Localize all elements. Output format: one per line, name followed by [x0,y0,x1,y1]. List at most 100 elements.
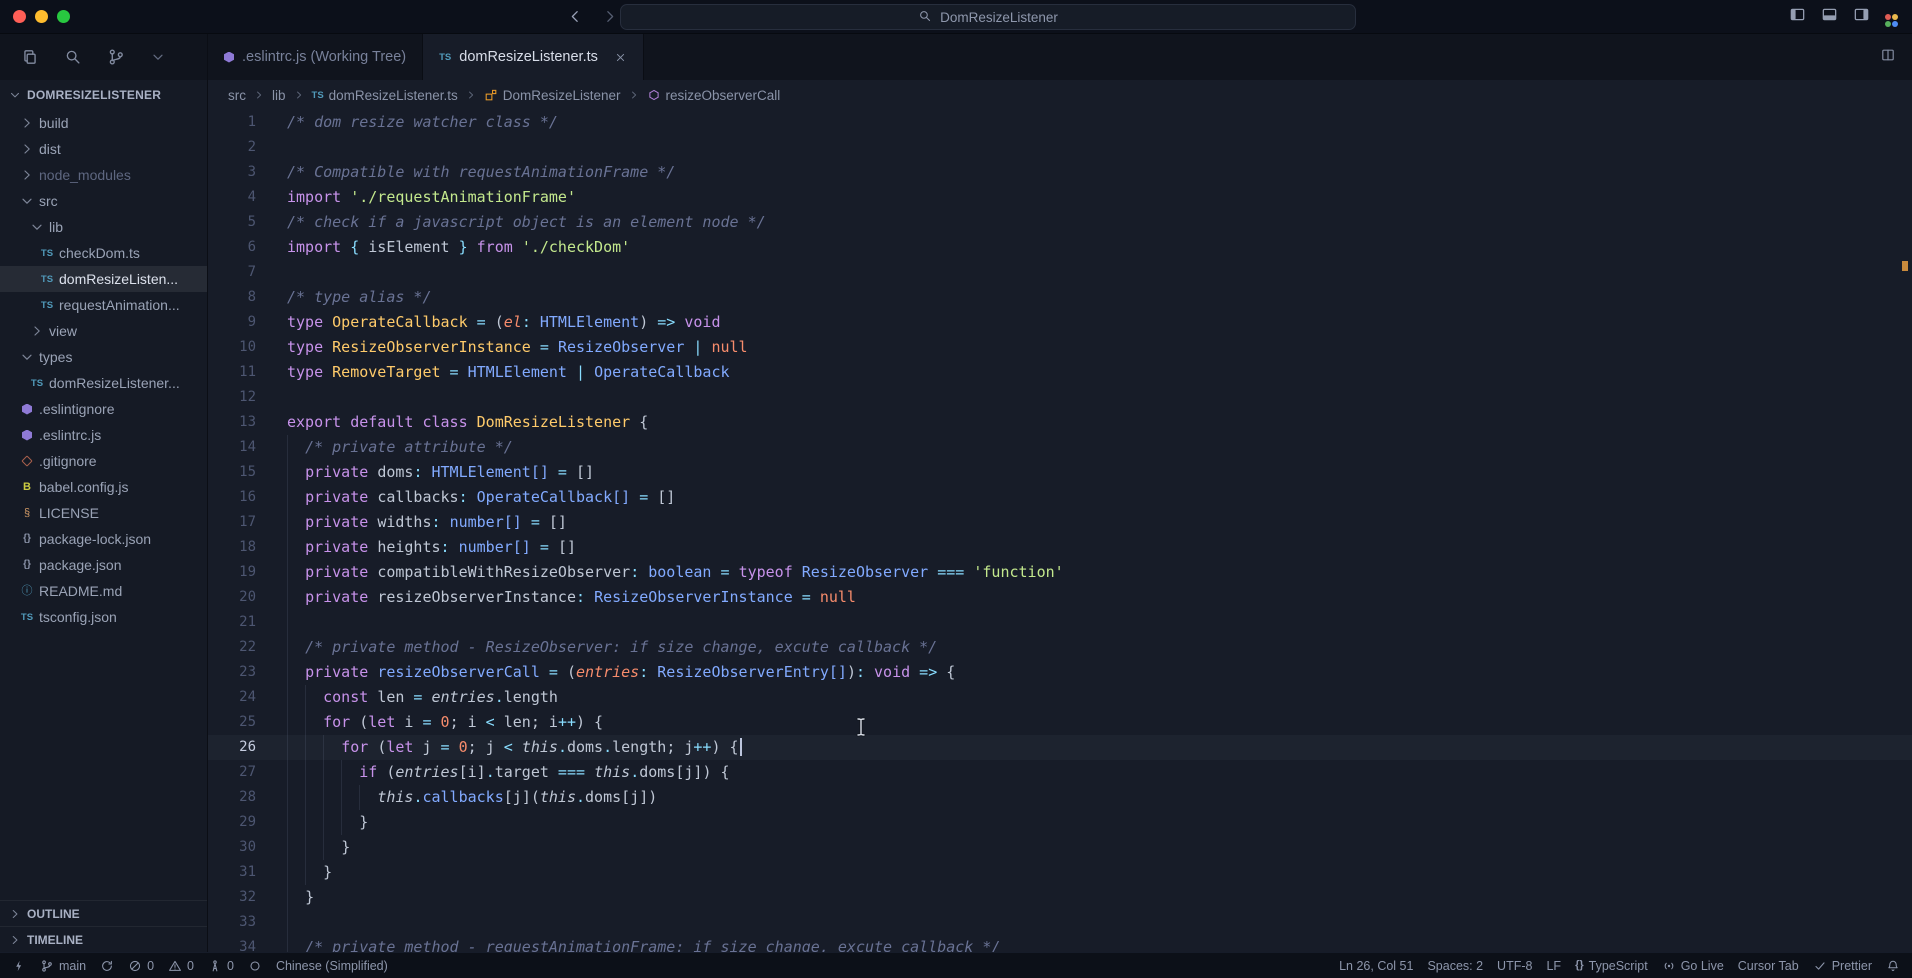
tree-item-license[interactable]: § LICENSE [0,500,207,526]
status-item-circle[interactable] [248,959,262,973]
tab-domresizelistener-ts[interactable]: TS domResizeListener.ts [423,34,644,80]
code-line-23[interactable]: 23 private resizeObserverCall = (entries… [208,660,1912,685]
code-area[interactable]: 1/* dom resize watcher class */2 3/* Comp… [208,110,1912,952]
zoom-window-button[interactable] [57,10,70,23]
breadcrumb-item-lib[interactable]: lib [272,88,286,103]
line-number[interactable]: 28 [208,785,287,810]
line-number[interactable]: 15 [208,460,287,485]
explorer-section-header[interactable]: DOMRESIZELISTENER [0,80,207,110]
line-number[interactable]: 31 [208,860,287,885]
line-number[interactable]: 9 [208,310,287,335]
code-line-17[interactable]: 17 private widths: number[] = [] [208,510,1912,535]
code-line-5[interactable]: 5/* check if a javascript object is an e… [208,210,1912,235]
code-line-2[interactable]: 2 [208,135,1912,160]
line-number[interactable]: 7 [208,260,287,285]
toggle-primary-sidebar-button[interactable] [1789,6,1806,28]
status-item-chinese-simplified[interactable]: Chinese (Simplified) [276,959,388,973]
line-number[interactable]: 6 [208,235,287,260]
code-line-3[interactable]: 3/* Compatible with requestAnimationFram… [208,160,1912,185]
line-number[interactable]: 25 [208,710,287,735]
status-item-typescript[interactable]: {} TypeScript [1575,959,1648,973]
tree-item-babel-config-js[interactable]: Bbabel.config.js [0,474,207,500]
settings-button[interactable] [1885,7,1898,27]
line-number[interactable]: 24 [208,685,287,710]
more-views-button[interactable] [150,49,166,65]
breadcrumb-item-domresizelistener[interactable]: DomResizeListener [484,88,621,103]
code-line-19[interactable]: 19 private compatibleWithResizeObserver:… [208,560,1912,585]
toggle-panel-button[interactable] [1821,6,1838,28]
code-line-28[interactable]: 28 this.callbacks[j](this.doms[j]) [208,785,1912,810]
tree-item-domresizelisten[interactable]: TS domResizeListen... [0,266,207,292]
explorer-button[interactable] [21,48,39,66]
history-forward-button[interactable] [602,8,619,25]
status-item-main[interactable]: main [40,959,86,973]
code-line-12[interactable]: 12 [208,385,1912,410]
code-line-10[interactable]: 10 type ResizeObserverInstance = ResizeOb… [208,335,1912,360]
code-line-26[interactable]: 26 for (let j = 0; j < this.doms.length;… [208,735,1912,760]
tree-item-package-json[interactable]: {} package.json [0,552,207,578]
timeline-section-header[interactable]: TIMELINE [0,926,207,952]
line-number[interactable]: 16 [208,485,287,510]
code-line-11[interactable]: 11 type RemoveTarget = HTMLElement | Oper… [208,360,1912,385]
line-number[interactable]: 22 [208,635,287,660]
status-item-ln-26-col-51[interactable]: Ln 26, Col 51 [1339,959,1413,973]
code-line-14[interactable]: 14 /* private attribute */ [208,435,1912,460]
status-item-spaces-2[interactable]: Spaces: 2 [1427,959,1483,973]
status-item-0[interactable]: 0 [208,959,234,973]
status-item-sync[interactable] [100,959,114,973]
history-back-button[interactable] [566,8,583,25]
line-number[interactable]: 34 [208,935,287,952]
status-item-0[interactable]: 0 [168,959,194,973]
close-window-button[interactable] [13,10,26,23]
code-line-27[interactable]: 27 if (entries[i].target === this.doms[j… [208,760,1912,785]
line-number[interactable]: 19 [208,560,287,585]
tree-item-tsconfig-json[interactable]: TS tsconfig.json [0,604,207,630]
line-number[interactable]: 1 [208,110,287,135]
status-item-bell[interactable] [1886,959,1900,973]
code-line-33[interactable]: 33 [208,910,1912,935]
status-item-utf-8[interactable]: UTF-8 [1497,959,1532,973]
tree-item-lib[interactable]: lib [0,214,207,240]
line-number[interactable]: 23 [208,660,287,685]
close-tab-button[interactable] [614,51,627,64]
code-line-6[interactable]: 6 import { isElement } from './checkDom' [208,235,1912,260]
tree-item-readme-md[interactable]: ⓘ README.md [0,578,207,604]
tree-item-eslintignore[interactable]: .eslintignore [0,396,207,422]
code-line-4[interactable]: 4 import './requestAnimationFrame' [208,185,1912,210]
code-line-15[interactable]: 15 private doms: HTMLElement[] = [] [208,460,1912,485]
line-number[interactable]: 33 [208,910,287,935]
outline-section-header[interactable]: OUTLINE [0,900,207,926]
line-number[interactable]: 12 [208,385,287,410]
line-number[interactable]: 10 [208,335,287,360]
code-line-34[interactable]: 34 /* private method - requestAnimationF… [208,935,1912,952]
line-number[interactable]: 14 [208,435,287,460]
tree-item-package-lock-json[interactable]: {} package-lock.json [0,526,207,552]
line-number[interactable]: 8 [208,285,287,310]
line-number[interactable]: 3 [208,160,287,185]
status-item-bolt[interactable] [12,959,26,973]
line-number[interactable]: 20 [208,585,287,610]
breadcrumb-item-resizeobservercall[interactable]: resizeObserverCall [647,88,780,103]
line-number[interactable]: 18 [208,535,287,560]
tree-item-node-modules[interactable]: node_modules [0,162,207,188]
status-item-go-live[interactable]: Go Live [1662,959,1724,973]
breadcrumb-item-src[interactable]: src [228,88,246,103]
search-button[interactable] [64,48,82,66]
code-line-20[interactable]: 20 private resizeObserverInstance: Resiz… [208,585,1912,610]
breadcrumb-item-domresizelistener-ts[interactable]: TS domResizeListener.ts [312,88,458,103]
status-item-lf[interactable]: LF [1546,959,1561,973]
minimize-window-button[interactable] [35,10,48,23]
code-line-31[interactable]: 31 } [208,860,1912,885]
tree-item-src[interactable]: src [0,188,207,214]
toggle-secondary-sidebar-button[interactable] [1853,6,1870,28]
code-line-18[interactable]: 18 private heights: number[] = [] [208,535,1912,560]
line-number[interactable]: 2 [208,135,287,160]
line-number[interactable]: 5 [208,210,287,235]
line-number[interactable]: 30 [208,835,287,860]
line-number[interactable]: 4 [208,185,287,210]
code-line-1[interactable]: 1/* dom resize watcher class */ [208,110,1912,135]
split-editor-button[interactable] [1880,47,1896,68]
tree-item-requestanimation[interactable]: TS requestAnimation... [0,292,207,318]
source-control-button[interactable] [107,48,125,66]
tree-item-gitignore[interactable]: .gitignore [0,448,207,474]
